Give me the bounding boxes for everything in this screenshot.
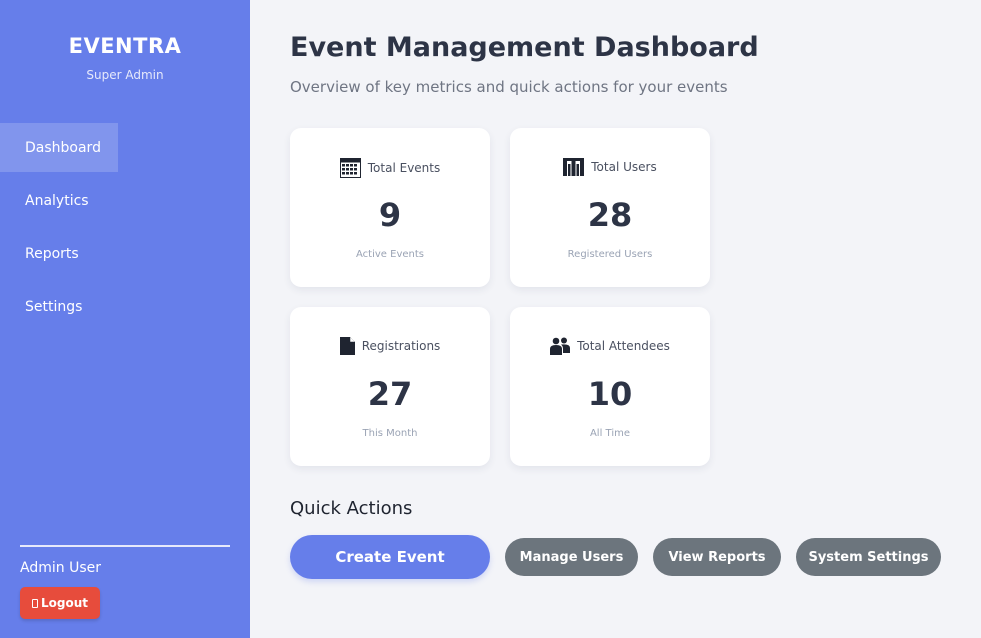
stat-label: Total Attendees xyxy=(577,339,670,353)
page-subtitle: Overview of key metrics and quick action… xyxy=(290,78,728,96)
nav-item-label: Analytics xyxy=(25,192,89,209)
stat-caption: This Month xyxy=(362,428,418,439)
manage-users-button[interactable]: Manage Users xyxy=(505,538,638,576)
nav-item-dashboard[interactable]: Dashboard xyxy=(0,123,118,172)
stat-value: 9 xyxy=(378,196,402,234)
user-role: Super Admin xyxy=(86,68,164,82)
admin-user-name: Admin User xyxy=(20,560,101,576)
page-title: Event Management Dashboard xyxy=(290,32,759,63)
stat-label: Registrations xyxy=(361,339,441,353)
stat-card-total-attendees: Total Attendees 10 All Time xyxy=(510,307,710,466)
logout-button[interactable]: Logout xyxy=(20,587,100,619)
stat-card-total-users: Total Users 28 Registered Users xyxy=(510,128,710,287)
sidebar: EVENTRA Super Admin Dashboard Analytics … xyxy=(0,0,250,638)
nav-item-label: Settings xyxy=(25,298,83,315)
create-event-button[interactable]: Create Event xyxy=(290,535,490,579)
people-icon xyxy=(550,337,571,355)
document-icon xyxy=(339,337,355,355)
quick-actions-title: Quick Actions xyxy=(290,498,413,519)
stat-value: 27 xyxy=(367,375,413,413)
stat-card-total-events: Total Events 9 Active Events xyxy=(290,128,490,287)
nav-item-settings[interactable]: Settings xyxy=(0,282,82,331)
logout-label: Logout xyxy=(40,596,88,610)
stat-caption: Registered Users xyxy=(567,249,653,260)
calendar-icon xyxy=(339,158,361,178)
stat-caption: Active Events xyxy=(356,249,424,260)
stat-value: 10 xyxy=(587,375,633,413)
main-content: Event Management Dashboard Overview of k… xyxy=(250,0,981,638)
door-icon xyxy=(31,598,38,608)
system-settings-button[interactable]: System Settings xyxy=(796,538,941,576)
nav-item-label: Reports xyxy=(25,245,79,262)
stat-card-registrations: Registrations 27 This Month xyxy=(290,307,490,466)
brand-logo: EVENTRA xyxy=(68,34,182,58)
nav-item-analytics[interactable]: Analytics xyxy=(0,176,89,225)
stat-caption: All Time xyxy=(589,428,631,439)
stat-label: Total Events xyxy=(367,161,441,175)
stat-value: 28 xyxy=(587,196,633,234)
sidebar-divider xyxy=(20,545,230,547)
users-bars-icon xyxy=(563,158,585,176)
stat-label: Total Users xyxy=(591,160,657,174)
nav-item-label: Dashboard xyxy=(25,139,101,156)
view-reports-button[interactable]: View Reports xyxy=(653,538,781,576)
nav-item-reports[interactable]: Reports xyxy=(0,229,79,278)
